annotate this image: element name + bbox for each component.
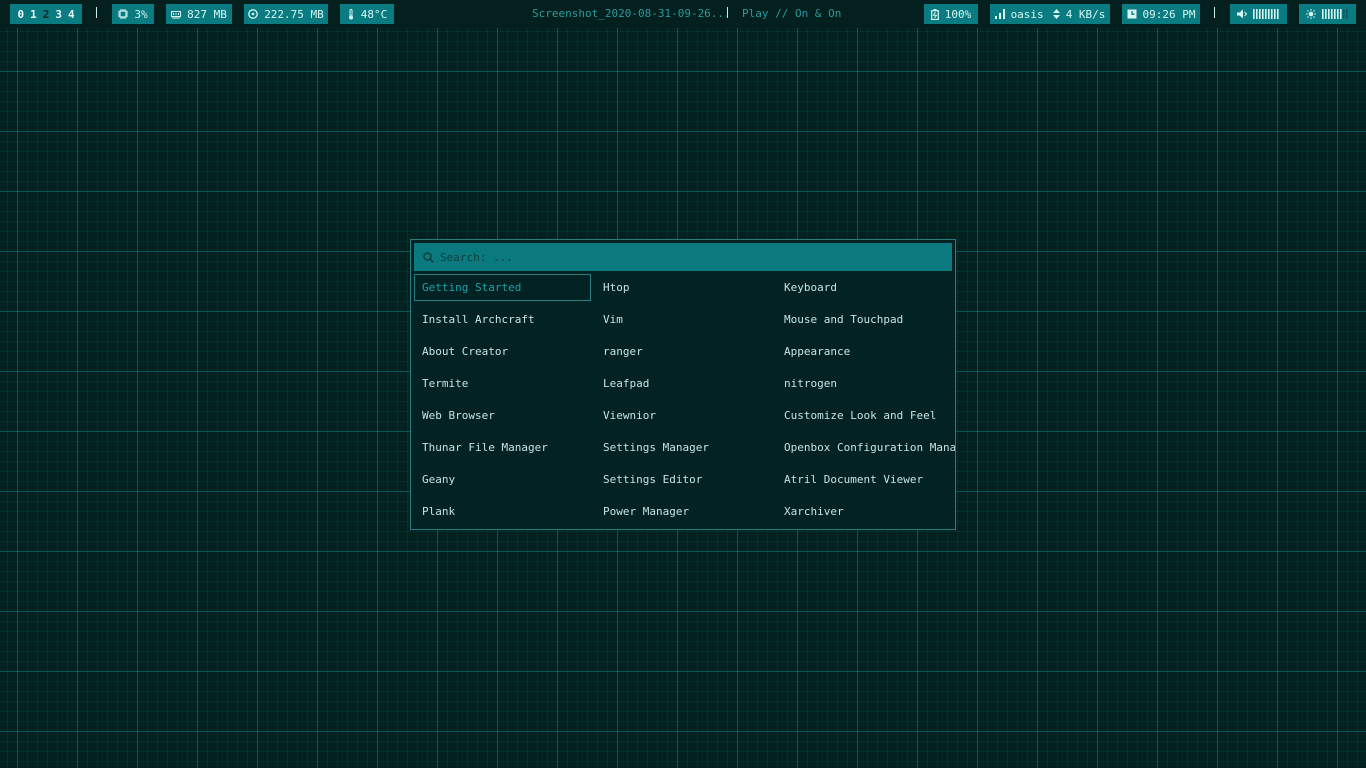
cpu-value: 3% [134, 7, 148, 21]
launcher-item[interactable]: Getting Started [414, 274, 591, 301]
music-status[interactable]: Play // On & On [742, 0, 841, 28]
clock-value: 09:26 PM [1142, 7, 1196, 21]
launcher-item[interactable]: Openbox Configuration Mana… [776, 434, 956, 461]
separator [96, 7, 97, 18]
separator [727, 7, 728, 18]
workspace-4[interactable]: 4 [65, 8, 78, 21]
workspace-switcher: 0 1 2 3 4 [10, 4, 82, 24]
memory-module: 827 MB [166, 4, 232, 24]
launcher-item[interactable]: Htop [595, 274, 772, 301]
launcher-item[interactable]: Vim [595, 306, 772, 333]
workspace-1[interactable]: 1 [27, 8, 40, 21]
search-bar[interactable] [414, 243, 952, 271]
search-input[interactable] [440, 250, 920, 264]
clock-icon [1127, 9, 1137, 19]
cpu-icon [118, 9, 129, 19]
launcher-item[interactable]: Appearance [776, 338, 956, 365]
disk-icon [248, 9, 259, 19]
battery-icon [930, 8, 939, 20]
launcher-item[interactable]: Atril Document Viewer [776, 466, 956, 493]
brightness-icon [1305, 9, 1316, 19]
launcher-item[interactable]: Power Manager [595, 498, 772, 525]
launcher-item[interactable]: About Creator [414, 338, 591, 365]
launcher-item[interactable]: Keyboard [776, 274, 956, 301]
network-speed: 4 KB/s [1065, 7, 1106, 21]
clock-module[interactable]: 09:26 PM [1122, 4, 1200, 24]
workspace-3[interactable]: 3 [52, 8, 65, 21]
top-bar: 0 1 2 3 4 3% 827 MB 222.75 MB 48°C Scree… [0, 0, 1366, 28]
brightness-module[interactable] [1299, 4, 1356, 24]
memory-icon [171, 10, 182, 19]
network-module[interactable]: oasis 4 KB/s [990, 4, 1110, 24]
search-icon [423, 251, 434, 263]
launcher-item[interactable]: Settings Editor [595, 466, 772, 493]
launcher-grid: Getting Started Htop Keyboard Install Ar… [414, 274, 955, 530]
launcher-item[interactable]: Termite [414, 370, 591, 397]
window-title: Screenshot_2020-08-31-09-26... [532, 7, 731, 20]
volume-module[interactable] [1230, 4, 1287, 24]
launcher-item[interactable]: Viewnior [595, 402, 772, 429]
launcher-item[interactable]: Install Archcraft [414, 306, 591, 333]
launcher-item[interactable]: Leafpad [595, 370, 772, 397]
launcher-item[interactable]: Geany [414, 466, 591, 493]
launcher-item[interactable]: Web Browser [414, 402, 591, 429]
up-down-arrows-icon [1052, 9, 1060, 19]
memory-value: 827 MB [187, 7, 227, 21]
workspace-0[interactable]: 0 [14, 8, 27, 21]
app-launcher: Getting Started Htop Keyboard Install Ar… [410, 239, 956, 530]
workspace-2[interactable]: 2 [40, 8, 53, 21]
battery-module: 100% [924, 4, 978, 24]
wifi-signal-icon [994, 9, 1005, 19]
launcher-item[interactable]: Plank [414, 498, 591, 525]
thermometer-icon [347, 8, 355, 20]
volume-level-bar[interactable] [1252, 9, 1281, 19]
separator [1214, 7, 1215, 18]
speaker-icon [1236, 9, 1247, 19]
launcher-item[interactable]: ranger [595, 338, 772, 365]
launcher-item[interactable]: nitrogen [776, 370, 956, 397]
disk-module: 222.75 MB [244, 4, 328, 24]
cpu-module: 3% [112, 4, 154, 24]
launcher-item[interactable]: Mouse and Touchpad [776, 306, 956, 333]
battery-value: 100% [944, 7, 972, 21]
launcher-item[interactable]: Customize Look and Feel [776, 402, 956, 429]
temperature-value: 48°C [360, 7, 388, 21]
launcher-item[interactable]: Settings Manager [595, 434, 772, 461]
brightness-level-bar[interactable] [1321, 9, 1350, 19]
launcher-item[interactable]: Xarchiver [776, 498, 956, 525]
temperature-module: 48°C [340, 4, 394, 24]
launcher-item[interactable]: Thunar File Manager [414, 434, 591, 461]
network-ssid: oasis [1010, 7, 1044, 21]
disk-value: 222.75 MB [264, 7, 324, 21]
